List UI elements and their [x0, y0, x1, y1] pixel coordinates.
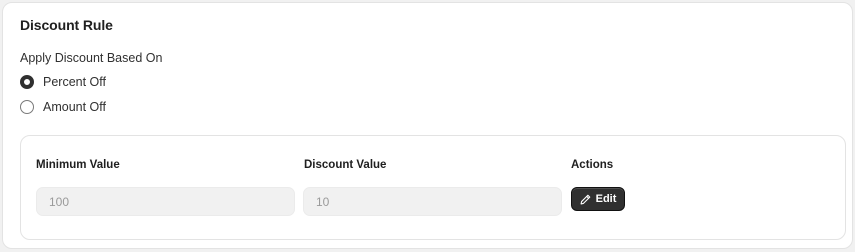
radio-label-amount-off: Amount Off — [43, 100, 106, 114]
discount-basis-label: Apply Discount Based On — [20, 51, 163, 65]
actions-header: Actions — [571, 159, 614, 171]
radio-label-percent-off: Percent Off — [43, 75, 106, 89]
edit-button[interactable]: Edit — [571, 187, 625, 211]
edit-button-label: Edit — [595, 193, 617, 205]
discount-value-header: Discount Value — [304, 159, 387, 171]
radio-button-amount-off[interactable] — [20, 100, 34, 114]
minimum-value-header: Minimum Value — [36, 159, 120, 171]
discount-rule-table: Minimum Value Discount Value Actions Edi… — [20, 135, 846, 240]
discount-rule-card: Discount Rule Apply Discount Based On Pe… — [2, 2, 853, 249]
radio-option-percent-off[interactable]: Percent Off — [20, 75, 106, 89]
card-title: Discount Rule — [20, 17, 113, 33]
minimum-value-field[interactable] — [36, 187, 295, 216]
discount-value-field[interactable] — [303, 187, 562, 216]
radio-option-amount-off[interactable]: Amount Off — [20, 100, 106, 114]
radio-button-percent-off[interactable] — [20, 75, 34, 89]
pencil-icon — [580, 194, 590, 204]
